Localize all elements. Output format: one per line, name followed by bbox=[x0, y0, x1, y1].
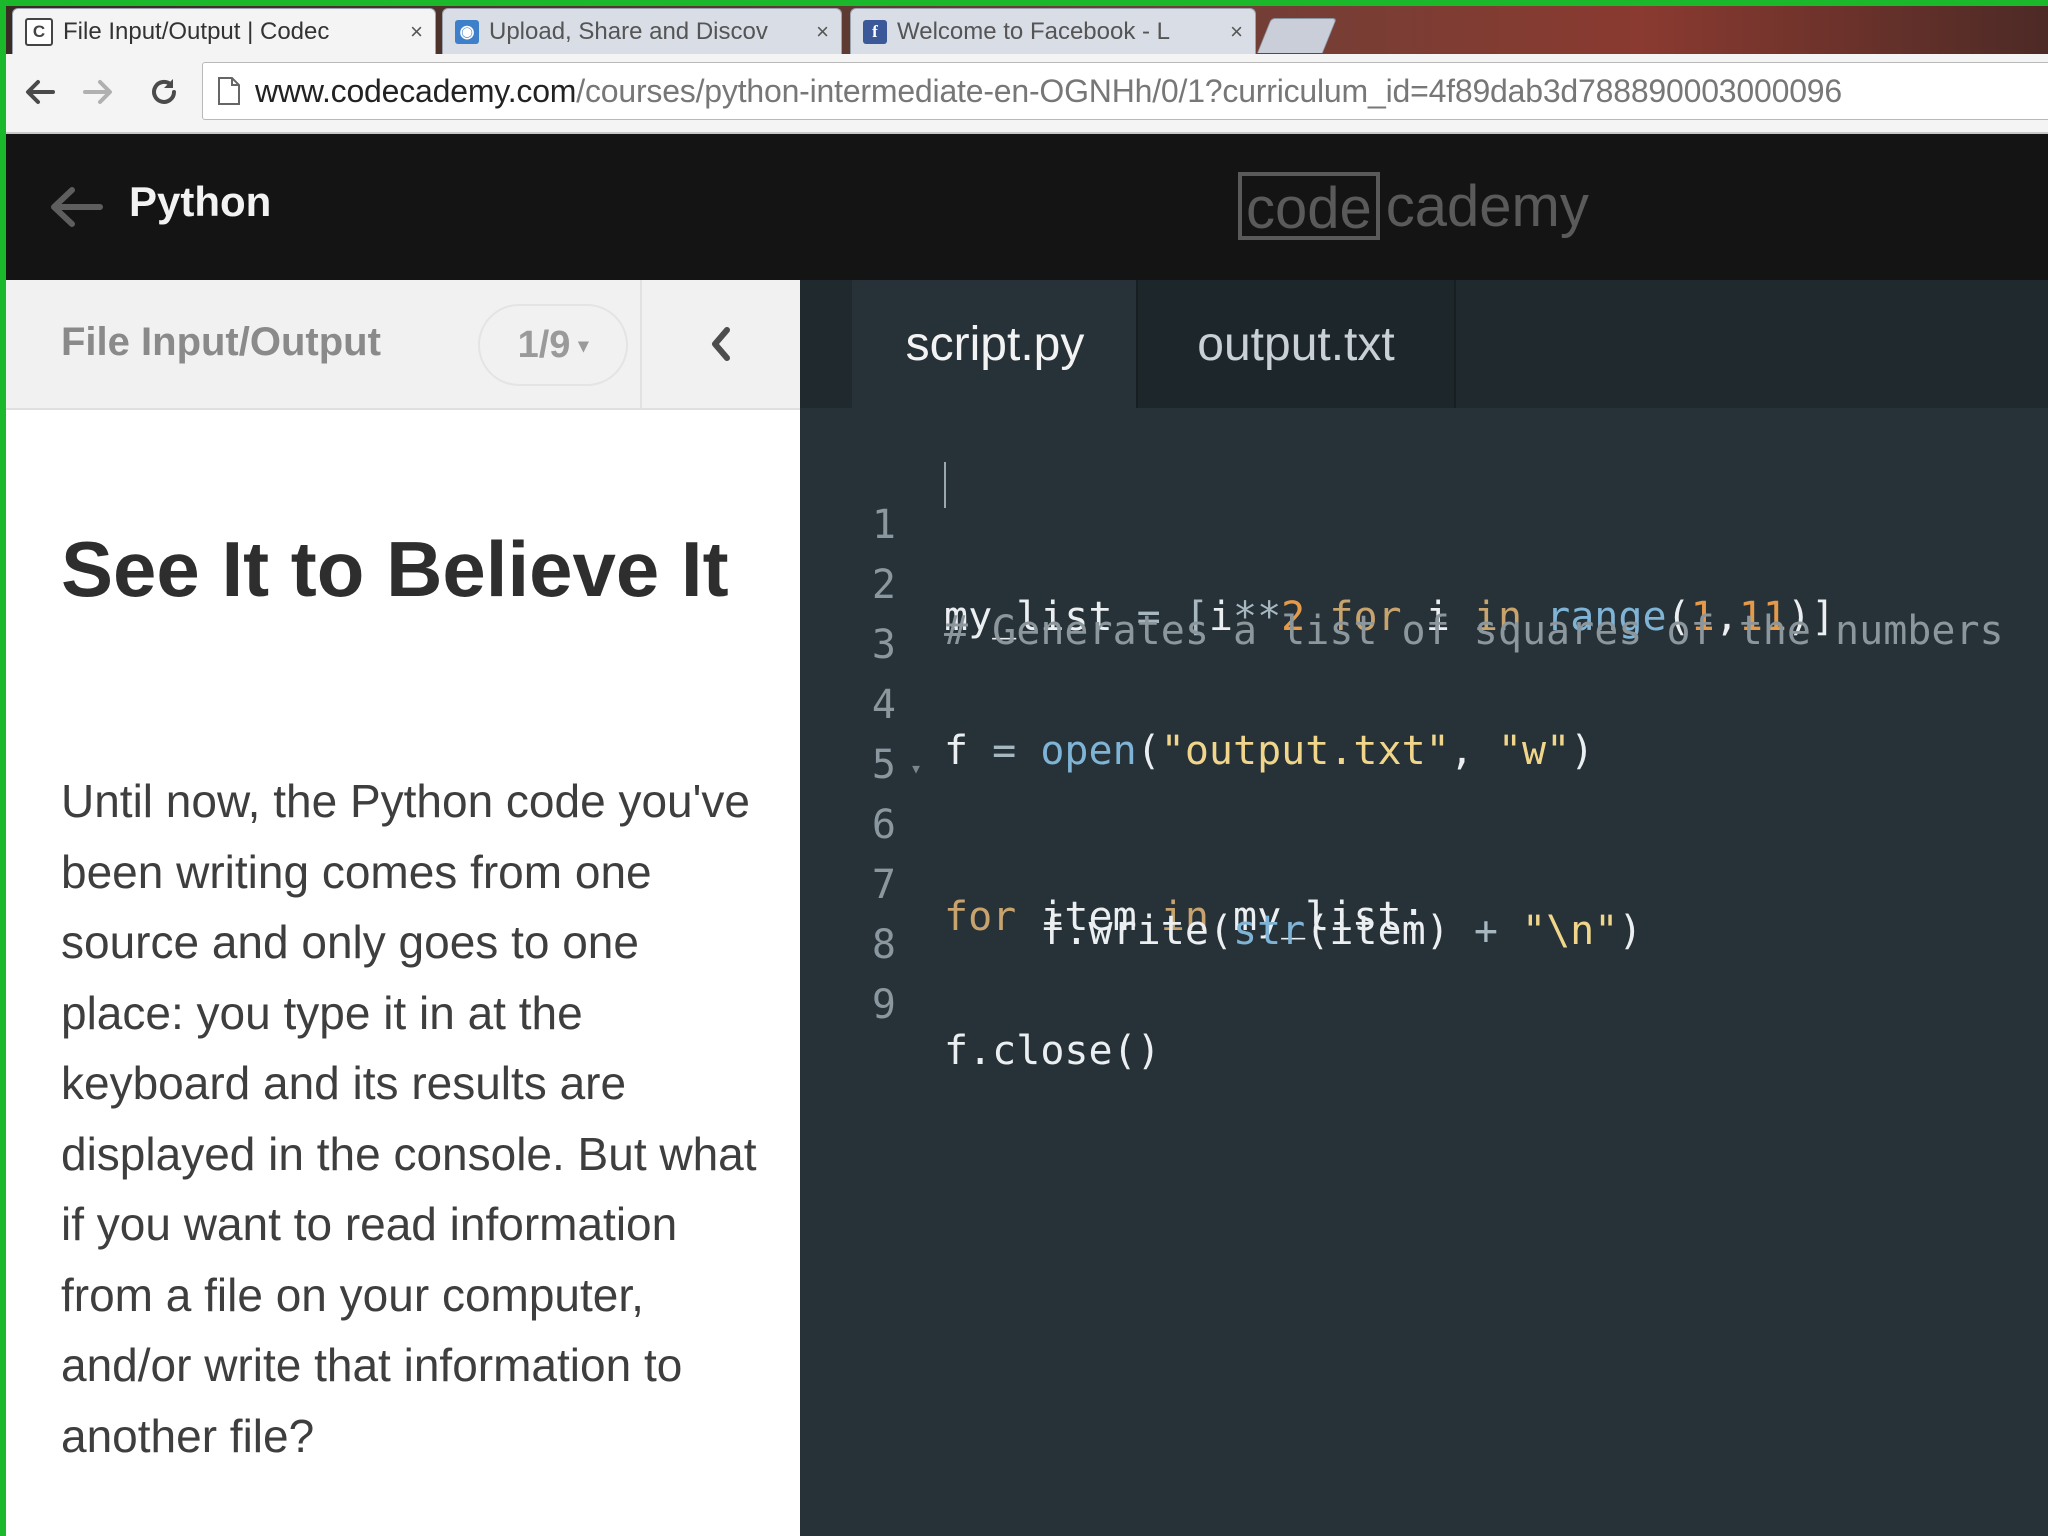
tab-script-py[interactable]: script.py bbox=[852, 280, 1138, 408]
code-line: 8 bbox=[800, 876, 2048, 968]
code-line: 1 my_list = [i**2 for i in range(1,11)] bbox=[800, 456, 2048, 640]
progress-count: 1/9 bbox=[517, 323, 571, 366]
tab-output-txt[interactable]: output.txt bbox=[1136, 280, 1456, 408]
code-line: 2 # Generates a list of squares of the n… bbox=[800, 516, 2048, 654]
back-to-course-icon[interactable] bbox=[48, 184, 104, 230]
chevron-left-icon bbox=[712, 327, 730, 361]
code-line: 4 f = open("output.txt", "w") bbox=[800, 636, 2048, 774]
lesson-panel: File Input/Output 1/9 ▾ See It to Believ… bbox=[6, 280, 800, 1536]
reload-button[interactable] bbox=[142, 70, 186, 114]
close-tab-icon[interactable]: × bbox=[1230, 19, 1243, 45]
code-line: 7 f.write(str(item) + "\n") bbox=[800, 816, 2048, 954]
course-title[interactable]: Python bbox=[129, 178, 271, 226]
url-host: www.codecademy.com bbox=[255, 72, 577, 109]
new-tab-button[interactable] bbox=[1256, 18, 1338, 53]
lesson-heading: See It to Believe It bbox=[61, 525, 729, 613]
tab-title: File Input/Output | Codec bbox=[63, 17, 330, 45]
line-number: 9 bbox=[871, 982, 896, 1028]
code-line: 9 f.close() bbox=[800, 936, 2048, 1074]
reload-icon bbox=[152, 79, 176, 104]
lesson-nav-bar: File Input/Output 1/9 ▾ bbox=[6, 280, 800, 410]
text-cursor bbox=[944, 462, 946, 508]
back-arrow-icon bbox=[26, 80, 55, 104]
code-editor: script.py output.txt 1 my_list = [i**2 f… bbox=[800, 280, 2048, 1536]
code-text: f.close() bbox=[944, 1028, 1161, 1074]
browser-tab-upload[interactable]: ◉ Upload, Share and Discov × bbox=[442, 8, 842, 54]
back-button[interactable] bbox=[18, 70, 62, 114]
tab-title: Upload, Share and Discov bbox=[489, 17, 768, 45]
app-header: Python code cademy bbox=[6, 134, 2048, 280]
code-line: 5 bbox=[800, 696, 2048, 788]
url-text: www.codecademy.com/courses/python-interm… bbox=[255, 73, 1842, 110]
logo-boxed-text: code bbox=[1238, 172, 1380, 241]
browser-tab-facebook[interactable]: f Welcome to Facebook - L × bbox=[850, 8, 1256, 54]
tab-title: Welcome to Facebook - L bbox=[897, 17, 1171, 45]
code-line: 6 ▾ for item in my_list: bbox=[800, 756, 2048, 940]
share-favicon-icon: ◉ bbox=[455, 19, 479, 44]
tab-strip: C File Input/Output | Codec × ◉ Upload, … bbox=[6, 6, 2048, 54]
browser-tab-codecademy[interactable]: C File Input/Output | Codec × bbox=[12, 8, 436, 54]
exercise-progress-dropdown[interactable]: 1/9 ▾ bbox=[478, 304, 628, 386]
address-bar[interactable]: www.codecademy.com/courses/python-interm… bbox=[202, 62, 2048, 120]
close-tab-icon[interactable]: × bbox=[410, 19, 423, 45]
collapse-panel-button[interactable] bbox=[640, 280, 800, 408]
browser-toolbar: www.codecademy.com/courses/python-interm… bbox=[6, 54, 2048, 134]
chevron-down-icon: ▾ bbox=[578, 334, 589, 357]
facebook-favicon-icon: f bbox=[863, 19, 887, 44]
close-tab-icon[interactable]: × bbox=[816, 19, 829, 45]
fold-arrow-icon[interactable]: ▾ bbox=[910, 756, 922, 780]
editor-tab-bar: script.py output.txt bbox=[800, 280, 2048, 408]
logo-rest-text: cademy bbox=[1385, 173, 1589, 239]
code-line: 3 bbox=[800, 576, 2048, 668]
url-path: /courses/python-intermediate-en-OGNHh/0/… bbox=[576, 72, 1842, 109]
page-icon bbox=[218, 77, 240, 105]
forward-button[interactable] bbox=[76, 70, 120, 114]
section-title: File Input/Output bbox=[61, 320, 381, 364]
lesson-body: Until now, the Python code you've been w… bbox=[61, 775, 757, 1462]
codecademy-logo[interactable]: code cademy bbox=[1238, 168, 1589, 244]
codecademy-favicon-icon: C bbox=[25, 17, 53, 46]
forward-arrow-icon bbox=[83, 80, 112, 104]
browser-window: C File Input/Output | Codec × ◉ Upload, … bbox=[6, 6, 2048, 1536]
